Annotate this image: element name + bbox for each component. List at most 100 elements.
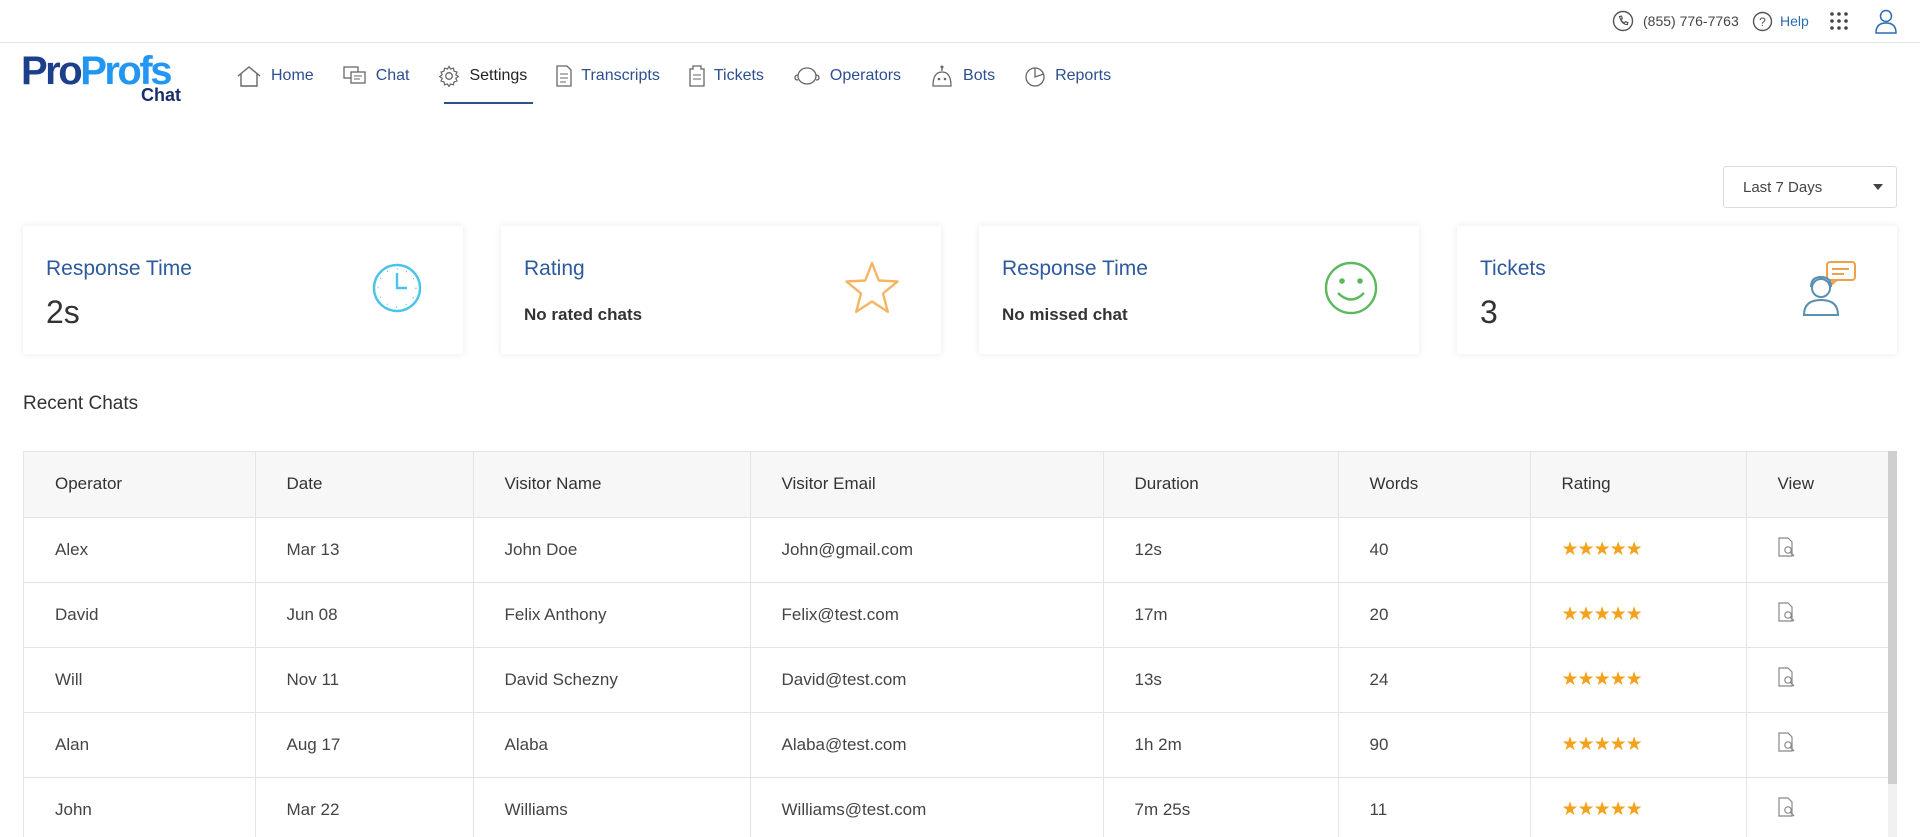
table-row[interactable]: Alan Aug 17 Alaba Alaba@test.com 1h 2m 90 ★★★★…: [24, 712, 1889, 778]
visitor-email-cell: John@gmail.com: [750, 517, 1104, 583]
view-transcript-icon[interactable]: [1777, 602, 1796, 622]
date-cell: Aug 17: [255, 712, 474, 778]
words-cell: 11: [1338, 777, 1531, 837]
operator-cell: David: [24, 582, 256, 648]
nav-label: Home: [271, 67, 314, 84]
table-row[interactable]: John Mar 22 Williams Williams@test.com 7m 25…: [24, 777, 1889, 837]
operator-cell: Alex: [24, 517, 256, 583]
column-header-date[interactable]: Date: [255, 452, 474, 518]
pie-chart-icon: [1025, 67, 1045, 87]
nav-item-reports[interactable]: Reports: [1024, 58, 1111, 94]
card-title: Response Time: [1002, 257, 1148, 280]
card-title: Rating: [524, 257, 585, 280]
column-header-rating[interactable]: Rating: [1530, 452, 1747, 518]
rating-card: Rating No rated chats: [501, 226, 941, 354]
help-link[interactable]: ? Help: [1752, 9, 1809, 33]
nav-label: Operators: [829, 67, 902, 84]
column-header-visitor-name[interactable]: Visitor Name: [473, 452, 751, 518]
logo-product-text: Chat: [141, 85, 181, 105]
words-cell: 24: [1338, 647, 1531, 713]
date-cell: Nov 11: [255, 647, 474, 713]
table-row[interactable]: Alex Mar 13 John Doe John@gmail.com 12s 40 ★★★…: [24, 517, 1889, 583]
table-header-row: Operator Date Visitor Name Visitor Email…: [24, 452, 1889, 518]
words-cell: 40: [1338, 517, 1531, 583]
home-icon: [237, 66, 261, 87]
visitor-email-cell: Alaba@test.com: [750, 712, 1104, 778]
rating-cell: ★★★★★: [1530, 777, 1747, 837]
column-header-words[interactable]: Words: [1338, 452, 1531, 518]
nav-label: Bots: [963, 67, 996, 84]
card-value: 3: [1480, 294, 1498, 330]
card-title: Tickets: [1480, 257, 1546, 280]
nav-item-operators[interactable]: Operators: [793, 58, 901, 94]
rating-cell: ★★★★★: [1530, 647, 1747, 713]
star-rating-icons: ★★★★★: [1561, 799, 1643, 820]
date-cell: Mar 22: [255, 777, 474, 837]
nav-item-settings[interactable]: Settings: [438, 58, 534, 104]
nav-label: Tickets: [713, 67, 764, 84]
view-cell: [1746, 582, 1889, 648]
bot-icon: [932, 65, 952, 87]
operators-icon: [794, 67, 820, 85]
apps-menu-button[interactable]: [1829, 9, 1849, 33]
support-agent-icon: [1802, 261, 1856, 316]
nav-item-tickets[interactable]: Tickets: [689, 58, 764, 94]
chat-icon: [343, 66, 366, 84]
clock-icon: [372, 263, 422, 313]
date-cell: Mar 13: [255, 517, 474, 583]
operator-cell: Will: [24, 647, 256, 713]
duration-cell: 12s: [1103, 517, 1339, 583]
column-header-duration[interactable]: Duration: [1103, 452, 1339, 518]
visitor-name-cell: John Doe: [473, 517, 751, 583]
view-transcript-icon[interactable]: [1777, 537, 1796, 557]
duration-cell: 1h 2m: [1103, 712, 1339, 778]
view-cell: [1746, 517, 1889, 583]
svg-text:?: ?: [1759, 15, 1766, 29]
recent-chats-table: Operator Date Visitor Name Visitor Email…: [23, 451, 1897, 837]
card-title: Response Time: [46, 257, 192, 280]
ticket-icon: [689, 65, 705, 87]
phone-number: (855) 776-7763: [1643, 13, 1739, 29]
nav-item-bots[interactable]: Bots: [930, 58, 995, 94]
visitor-email-cell: Williams@test.com: [750, 777, 1104, 837]
column-header-visitor-email[interactable]: Visitor Email: [750, 452, 1104, 518]
card-value: 2s: [46, 294, 80, 330]
date-cell: Jun 08: [255, 582, 474, 648]
nav-item-home[interactable]: Home: [236, 58, 314, 94]
column-header-operator[interactable]: Operator: [24, 452, 256, 518]
document-icon: [556, 65, 572, 87]
user-icon: [1875, 9, 1897, 34]
star-icon: [845, 261, 899, 313]
chevron-down-icon: [1873, 184, 1883, 190]
table-row[interactable]: Will Nov 11 David Schezny David@test.com 13s…: [24, 647, 1889, 713]
phone-icon: [1612, 10, 1634, 32]
view-transcript-icon[interactable]: [1777, 732, 1796, 752]
star-rating-icons: ★★★★★: [1561, 669, 1643, 690]
view-transcript-icon[interactable]: [1777, 797, 1796, 817]
help-circle-icon: ?: [1752, 11, 1773, 31]
star-rating-icons: ★★★★★: [1561, 539, 1643, 560]
user-menu-button[interactable]: [1874, 9, 1898, 34]
visitor-email-cell: Felix@test.com: [750, 582, 1104, 648]
column-header-view[interactable]: View: [1746, 452, 1889, 518]
gear-icon: [439, 65, 460, 87]
top-utility-bar: (855) 776-7763 ? Help: [0, 0, 1920, 43]
duration-cell: 13s: [1103, 647, 1339, 713]
date-range-select[interactable]: Last 7 Days: [1723, 166, 1897, 208]
logo-pro-text: Pro: [21, 49, 83, 93]
response-time-card: Response Time 2s: [23, 226, 463, 354]
visitor-name-cell: Alaba: [473, 712, 751, 778]
view-transcript-icon[interactable]: [1777, 667, 1796, 687]
table-scrollbar-thumb[interactable]: [1888, 451, 1897, 784]
visitor-email-cell: David@test.com: [750, 647, 1104, 713]
card-subtitle: No rated chats: [524, 305, 643, 324]
phone-link[interactable]: (855) 776-7763: [1612, 9, 1739, 33]
operator-cell: John: [24, 777, 256, 837]
proprofs-chat-logo[interactable]: ProProfs Chat: [21, 50, 191, 110]
card-subtitle: No missed chat: [1002, 305, 1128, 324]
table-row[interactable]: David Jun 08 Felix Anthony Felix@test.com 17…: [24, 582, 1889, 648]
nav-item-chat[interactable]: Chat: [343, 58, 409, 94]
nav-label: Settings: [469, 67, 528, 84]
nav-item-transcripts[interactable]: Transcripts: [556, 58, 660, 94]
view-cell: [1746, 777, 1889, 837]
